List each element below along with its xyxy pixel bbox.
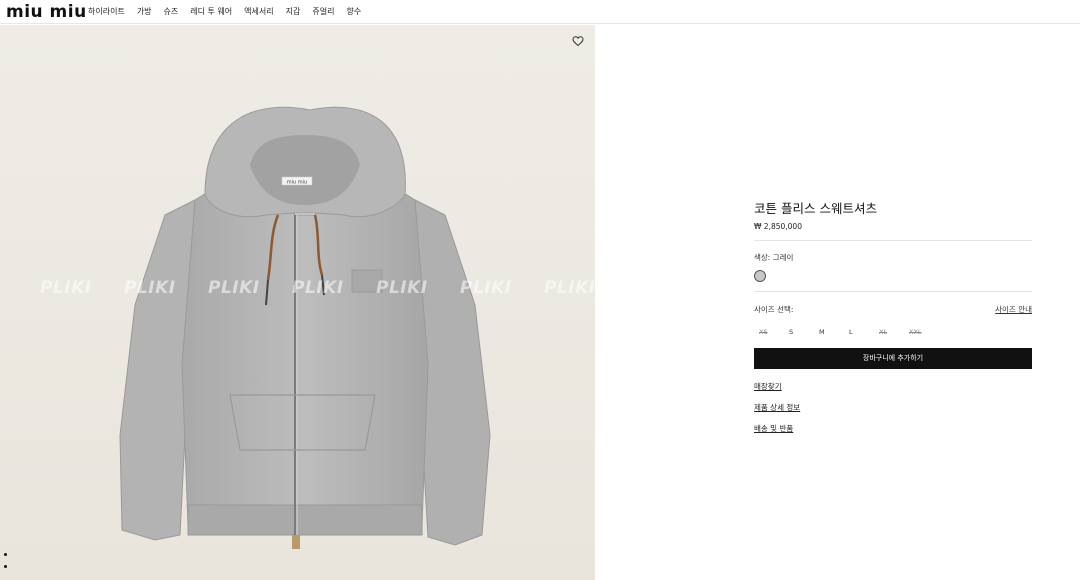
shipping-returns-link[interactable]: 배송 및 반품 <box>754 423 1032 434</box>
product-price: ₩ 2,850,000 <box>754 222 802 231</box>
size-option-s[interactable]: S <box>784 328 814 336</box>
main-nav: 하이라이트 가방 슈즈 레디 투 웨어 액세서리 지갑 쥬얼리 향수 <box>88 6 373 18</box>
top-header: miu miu 하이라이트 가방 슈즈 레디 투 웨어 액세서리 지갑 쥬얼리 … <box>0 0 1080 24</box>
product-hoodie-image: miu miu <box>119 106 491 549</box>
add-to-cart-button[interactable]: 장바구니에 추가하기 <box>754 348 1032 369</box>
nav-item-bags[interactable]: 가방 <box>137 6 152 18</box>
nav-item-accessories[interactable]: 액세서리 <box>244 6 273 18</box>
heart-icon[interactable] <box>572 35 584 47</box>
watermark-text: PLIKI <box>544 278 595 298</box>
nav-item-ready-to-wear[interactable]: 레디 투 웨어 <box>190 6 232 18</box>
product-links: 매장찾기 제품 상세 정보 배송 및 반품 <box>754 381 1032 434</box>
gallery-dot[interactable] <box>4 565 7 568</box>
brand-logo[interactable]: miu miu <box>6 3 87 21</box>
product-details-link[interactable]: 제품 상세 정보 <box>754 402 1032 413</box>
product-image-panel: miu miu PLIKI PLIKI PLIKI PLIKI PLIKI PL… <box>0 25 595 580</box>
nav-item-shoes[interactable]: 슈즈 <box>164 6 179 18</box>
watermark-text: PLIKI <box>292 278 344 298</box>
size-options: XS S M L XL XXL <box>754 328 1032 336</box>
nav-item-jewelry[interactable]: 쥬얼리 <box>312 6 334 18</box>
color-swatch-gray[interactable] <box>754 270 766 282</box>
divider <box>754 291 1032 292</box>
nav-item-fragrance[interactable]: 향수 <box>346 6 361 18</box>
watermark-text: PLIKI <box>208 278 260 298</box>
watermark-text: PLIKI <box>124 278 176 298</box>
size-option-xs[interactable]: XS <box>754 328 784 336</box>
size-option-xxl[interactable]: XXL <box>904 328 934 336</box>
watermark-text: PLIKI <box>460 278 512 298</box>
gallery-dot[interactable] <box>4 553 7 556</box>
size-option-l[interactable]: L <box>844 328 874 336</box>
nav-item-highlights[interactable]: 하이라이트 <box>88 6 125 18</box>
inner-label-text: miu miu <box>287 180 307 186</box>
divider <box>754 240 1032 241</box>
size-label: 사이즈 선택: <box>754 305 794 314</box>
color-label: 색상: 그레이 <box>754 253 794 262</box>
size-header: 사이즈 선택: 사이즈 안내 <box>754 304 1032 315</box>
store-locator-link[interactable]: 매장찾기 <box>754 381 1032 392</box>
product-details: 코튼 플리스 스웨트셔츠 ₩ 2,850,000 색상: 그레이 사이즈 선택:… <box>754 200 1032 444</box>
product-title: 코튼 플리스 스웨트셔츠 <box>754 201 877 216</box>
watermark-text: PLIKI <box>376 278 428 298</box>
nav-item-wallets[interactable]: 지갑 <box>286 6 301 18</box>
gallery-pagination <box>4 553 7 577</box>
size-option-m[interactable]: M <box>814 328 844 336</box>
size-guide-link[interactable]: 사이즈 안내 <box>995 304 1032 315</box>
size-option-xl[interactable]: XL <box>874 328 904 336</box>
watermark-text: PLIKI <box>40 278 92 298</box>
